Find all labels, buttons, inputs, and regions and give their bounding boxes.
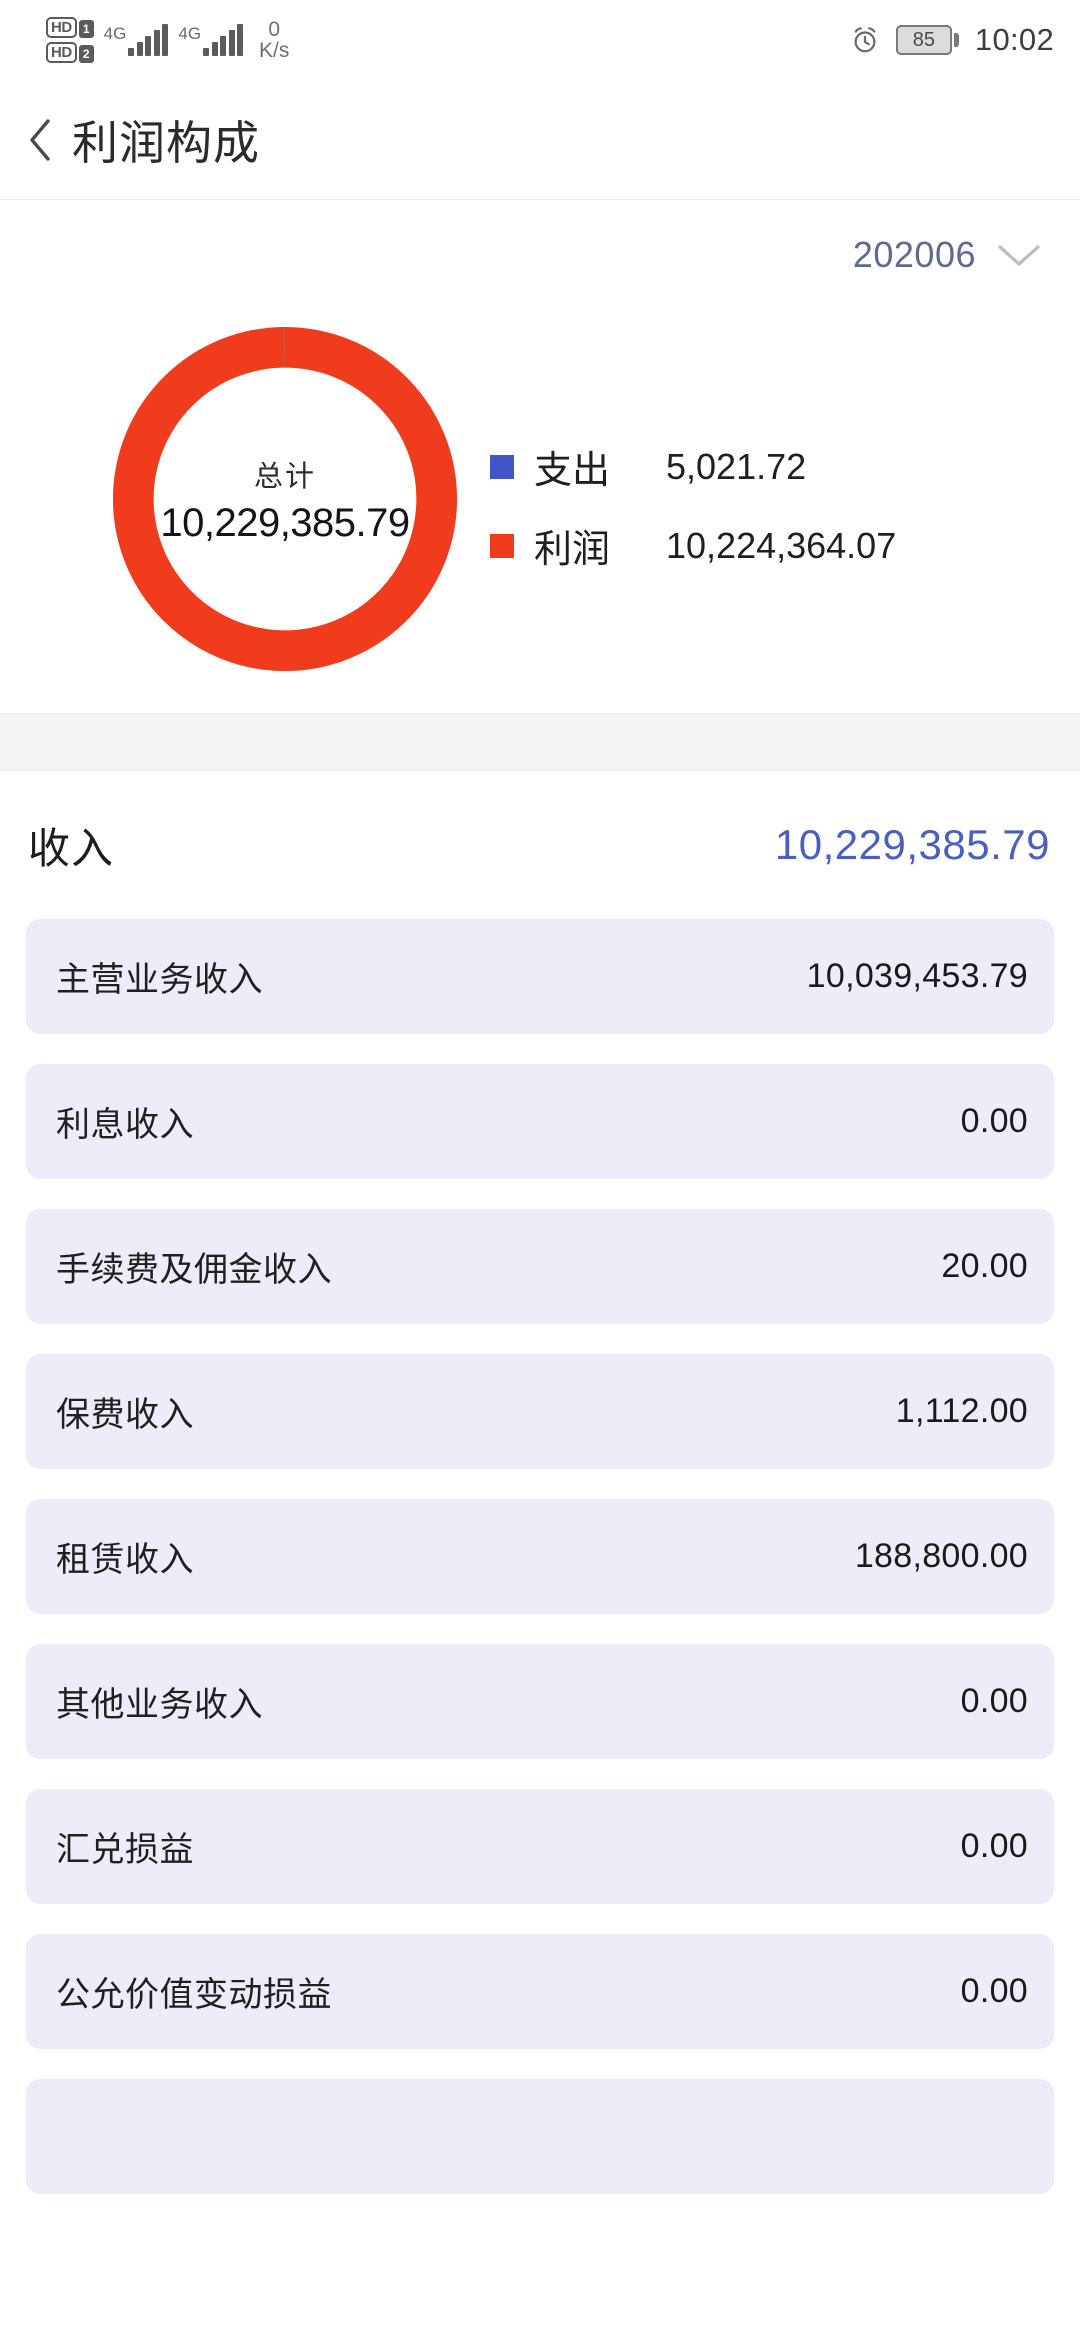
status-bar-right: 85 10:02 <box>850 22 1054 58</box>
chevron-left-icon <box>30 118 50 161</box>
table-row[interactable]: 公允价值变动损益 0.00 <box>26 1934 1054 2049</box>
sim1-signal: 4G <box>104 24 169 56</box>
battery-level: 85 <box>912 28 936 51</box>
chart-legend: 支出 5,021.72 利润 10,224,364.07 <box>480 439 896 573</box>
nav-bar: 利润构成 <box>0 80 1080 200</box>
legend-label-expense: 支出 <box>534 450 611 492</box>
row-value: 0.00 <box>960 1682 1028 1720</box>
section-total-value: 10,229,385.79 <box>774 821 1050 868</box>
donut-svg[interactable] <box>100 314 470 684</box>
chevron-down-icon <box>998 245 1040 266</box>
revenue-item-list: 主营业务收入 10,039,453.79 利息收入 0.00 手续费及佣金收入 … <box>0 919 1080 2224</box>
legend-item-expense[interactable]: 支出 5,021.72 <box>490 439 896 494</box>
battery-cap-icon <box>953 33 959 47</box>
legend-item-profit[interactable]: 利润 10,224,364.07 <box>490 518 896 573</box>
legend-value-expense: 5,021.72 <box>666 445 807 487</box>
signal-bars-icon <box>203 24 244 56</box>
table-row[interactable] <box>26 2079 1054 2194</box>
table-row[interactable]: 其他业务收入 0.00 <box>26 1644 1054 1759</box>
table-row[interactable]: 汇兑损益 0.00 <box>26 1789 1054 1904</box>
sim1-hd-indicator: HD 1 <box>46 17 94 38</box>
row-label: 保费收入 <box>56 1396 194 1434</box>
legend-value-profit: 10,224,364.07 <box>666 524 897 566</box>
period-selector-row: 202006 <box>0 200 1080 310</box>
signal-bars-icon <box>128 24 169 56</box>
hd-icon: HD <box>46 17 77 38</box>
row-value: 1,112.00 <box>895 1392 1028 1430</box>
table-row[interactable]: 利息收入 0.00 <box>26 1064 1054 1179</box>
row-value: 0.00 <box>960 1102 1028 1140</box>
battery-indicator: 85 <box>895 25 959 55</box>
row-label: 主营业务收入 <box>56 961 263 999</box>
period-selector[interactable]: 202006 <box>853 234 1044 276</box>
alarm-clock-icon <box>854 27 876 53</box>
row-value: 188,800.00 <box>854 1537 1028 1575</box>
table-row[interactable]: 手续费及佣金收入 20.00 <box>26 1209 1054 1324</box>
profit-donut-chart: 总计 10,229,385.79 支出 5,021.72 利润 10,224,3… <box>0 300 1080 712</box>
sim2-hd-indicator: HD 2 <box>46 42 94 63</box>
period-value: 202006 <box>852 234 976 275</box>
section-title: 收入 <box>28 824 115 872</box>
row-label: 公允价值变动损益 <box>56 1976 332 2014</box>
network-type-label: 4G <box>178 24 202 43</box>
table-row[interactable]: 主营业务收入 10,039,453.79 <box>26 919 1054 1034</box>
row-label: 其他业务收入 <box>56 1686 263 1724</box>
sim1-badge: 1 <box>78 20 94 38</box>
hd-icon: HD <box>46 42 77 63</box>
network-type-label: 4G <box>103 24 127 43</box>
row-value: 0.00 <box>960 1827 1028 1865</box>
status-bar-left: HD 1 HD 2 4G 4G 0 K/s <box>46 17 289 63</box>
legend-label-profit: 利润 <box>534 529 611 571</box>
row-label: 租赁收入 <box>56 1541 194 1579</box>
revenue-section-header: 收入 10,229,385.79 <box>0 771 1080 919</box>
section-divider <box>0 713 1080 771</box>
profit-composition-screen: HD 1 HD 2 4G 4G 0 K/s 85 10:02 利润构成 2020… <box>0 0 1080 2340</box>
network-speed-unit: K/s <box>259 39 290 62</box>
row-label: 汇兑损益 <box>56 1831 194 1869</box>
table-row[interactable]: 保费收入 1,112.00 <box>26 1354 1054 1469</box>
sim2-badge: 2 <box>78 45 94 63</box>
row-value: 20.00 <box>941 1247 1028 1285</box>
page-title: 利润构成 <box>72 116 260 169</box>
status-bar-clock: 10:02 <box>974 22 1054 57</box>
network-speed-value: 0 <box>268 18 281 41</box>
row-label: 手续费及佣金收入 <box>56 1251 332 1289</box>
legend-swatch-profit-icon <box>490 533 514 558</box>
volte-hd-indicators: HD 1 HD 2 <box>46 17 94 63</box>
donut-wrapper: 总计 10,229,385.79 <box>0 300 480 712</box>
row-value: 0.00 <box>960 1972 1028 2010</box>
donut-slice-profit <box>112 326 458 672</box>
table-row[interactable]: 租赁收入 188,800.00 <box>26 1499 1054 1614</box>
sim2-signal: 4G <box>178 24 244 56</box>
row-value: 10,039,453.79 <box>806 957 1028 995</box>
status-bar: HD 1 HD 2 4G 4G 0 K/s 85 10:02 <box>0 0 1080 80</box>
back-button[interactable] <box>18 118 62 162</box>
network-speed-indicator: 0 K/s <box>259 19 289 61</box>
legend-swatch-expense-icon <box>490 454 514 479</box>
row-label: 利息收入 <box>56 1106 194 1144</box>
